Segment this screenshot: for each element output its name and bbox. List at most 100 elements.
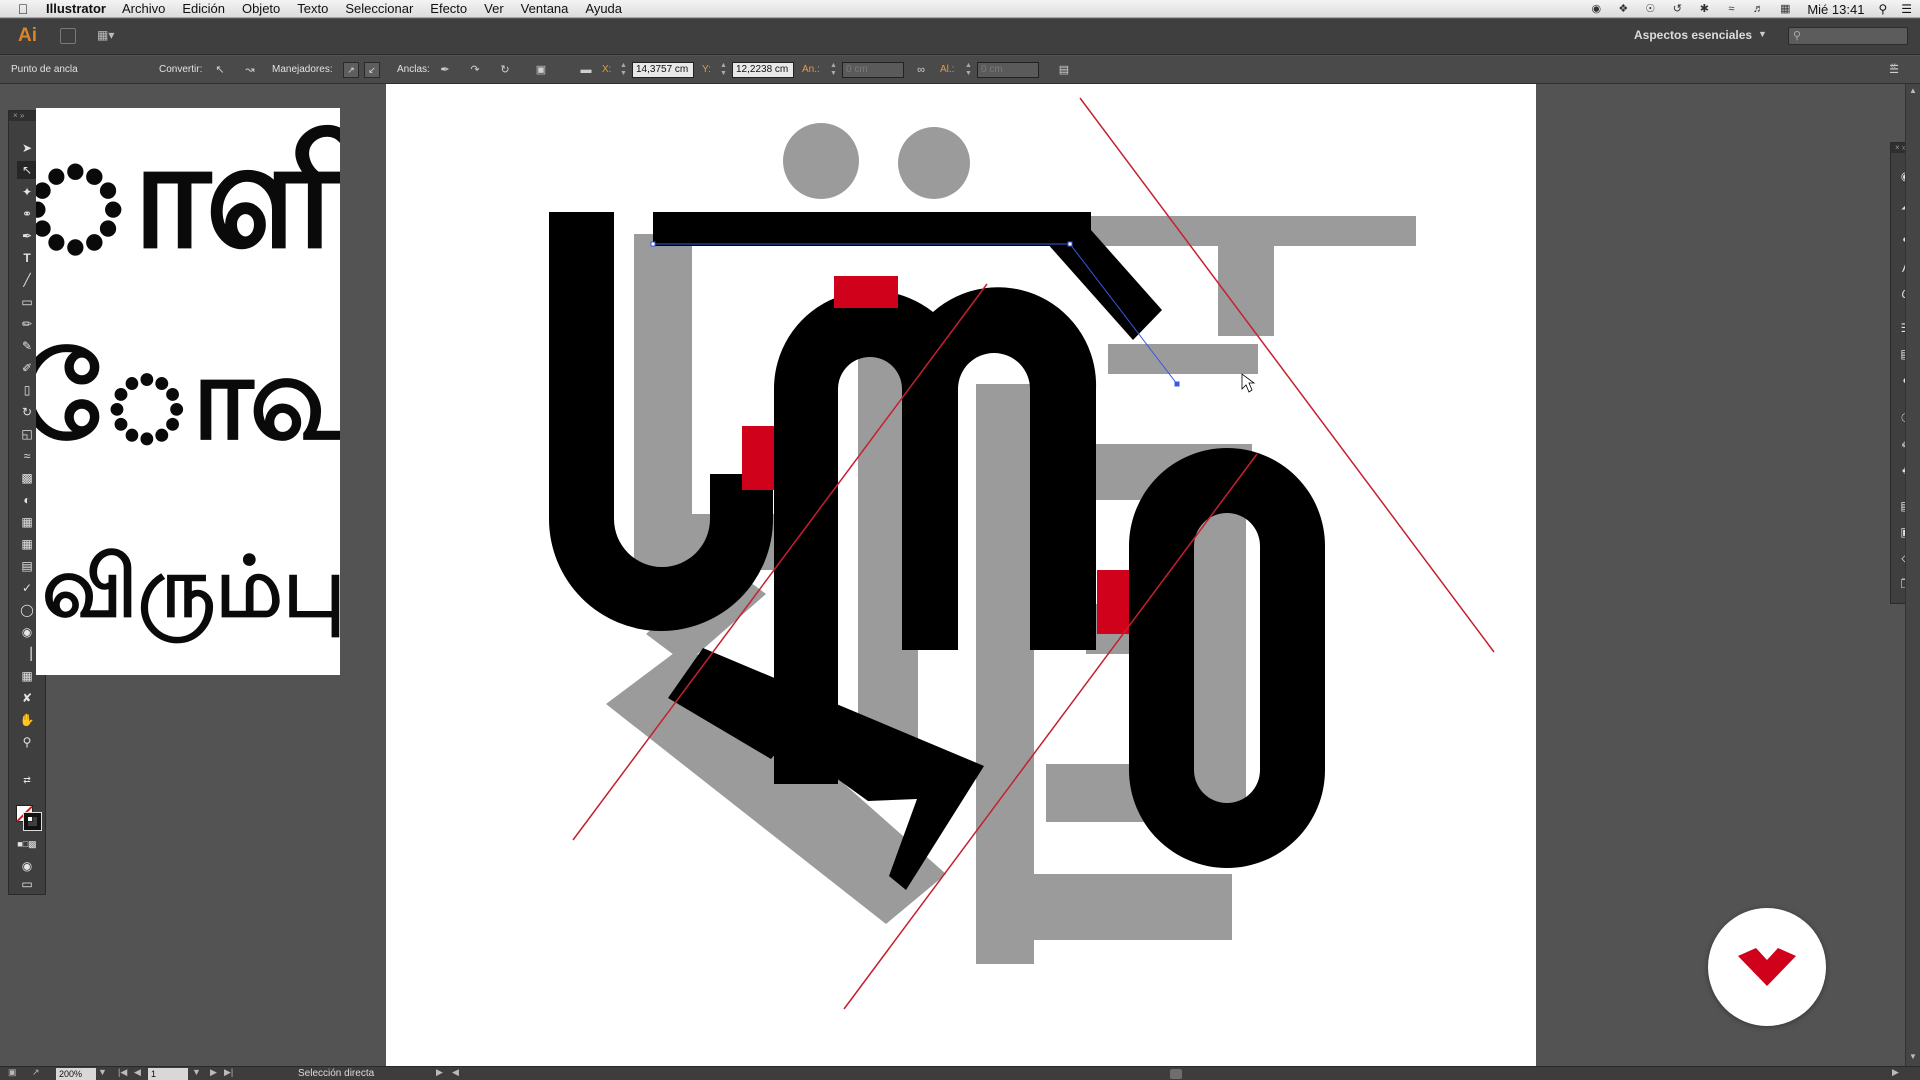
keyboard-flag-icon[interactable]: ▦ (1777, 3, 1793, 15)
selection-tool-icon[interactable]: ➤ (17, 139, 37, 157)
volume-icon[interactable]: ♬ (1750, 3, 1766, 15)
menu-seleccionar[interactable]: Seleccionar (345, 1, 413, 16)
width-stepper[interactable]: ▲ ▼ (830, 62, 839, 78)
menu-ayuda[interactable]: Ayuda (585, 1, 622, 16)
zoom-tool-icon[interactable]: ⚲ (17, 733, 37, 751)
panel-collapse-icon[interactable]: « (1890, 60, 1914, 76)
horizontal-scroll-thumb[interactable] (1170, 1069, 1182, 1079)
height-stepper[interactable]: ▲ ▼ (965, 62, 974, 78)
transform-reference-icon[interactable]: ▣ (533, 62, 549, 78)
free-transform-tool-icon[interactable]: ▩ (17, 469, 37, 487)
fill-stroke-swatch[interactable] (14, 803, 42, 831)
previous-artboard-icon[interactable]: ◀ (134, 1067, 141, 1078)
record-icon[interactable]: ☉ (1642, 3, 1658, 15)
convert-corner-icon[interactable]: ↖ (212, 62, 228, 78)
menu-archivo[interactable]: Archivo (122, 1, 165, 16)
bluetooth-icon[interactable]: ✱ (1696, 3, 1712, 15)
artboard-tool-icon[interactable]: ▦ (17, 667, 37, 685)
anchor-point-corner[interactable] (1067, 241, 1073, 247)
rectangle-tool-icon[interactable]: ▭ (17, 293, 37, 311)
shadow-dot-right[interactable] (898, 127, 970, 199)
eraser-tool-icon[interactable]: ▯ (17, 381, 37, 399)
menu-objeto[interactable]: Objeto (242, 1, 280, 16)
magic-wand-tool-icon[interactable]: ✦ (17, 183, 37, 201)
shadow-mid-bar[interactable] (1108, 344, 1258, 374)
height-field[interactable]: 0 cm (977, 62, 1039, 78)
reference-image[interactable]: ாளி ோவா விரும்பு (36, 108, 340, 675)
wifi-icon[interactable]: ≈ (1723, 3, 1739, 15)
show-handles-icon[interactable]: ↗ (343, 62, 359, 78)
scroll-down-icon[interactable]: ▼ (1909, 1052, 1917, 1061)
anchor-point-selected[interactable] (1174, 381, 1180, 387)
red-block-left[interactable] (742, 426, 774, 490)
current-tool-status[interactable]: Selección directa (298, 1068, 374, 1079)
x-field[interactable]: 14,3757 cm (632, 62, 694, 78)
lasso-tool-icon[interactable]: ⚭ (17, 205, 37, 223)
artboard-dropdown-icon[interactable]: ▼ (192, 1067, 201, 1077)
scroll-up-icon[interactable]: ▲ (1909, 86, 1917, 95)
hide-handles-icon[interactable]: ↙ (364, 62, 380, 78)
blob-brush-tool-icon[interactable]: ✐ (17, 359, 37, 377)
anchor-point-start[interactable] (650, 241, 656, 247)
scroll-right-icon[interactable]: ▶ (1892, 1067, 1899, 1078)
gradient-tool-icon[interactable]: ▤ (17, 557, 37, 575)
spotlight-icon[interactable]: ⚲ (1878, 2, 1887, 16)
menu-ver[interactable]: Ver (484, 1, 504, 16)
creative-cloud-icon[interactable]: ◉ (1588, 3, 1604, 15)
symbol-sprayer-tool-icon[interactable]: ◉ (17, 623, 37, 641)
pencil-tool-icon[interactable]: ✎ (17, 337, 37, 355)
shadow-top-right-corner[interactable] (1218, 216, 1274, 336)
pen-tool-icon[interactable]: ✒ (17, 227, 37, 245)
artboard[interactable] (386, 84, 1536, 1066)
shadow-base[interactable] (992, 874, 1232, 940)
arrange-documents-icon[interactable]: ▦▾ (97, 28, 121, 44)
screen-mode-icon[interactable]: ▭ (17, 875, 37, 893)
red-block-top[interactable] (834, 276, 898, 308)
remove-anchor-icon[interactable]: ✒ (437, 62, 453, 78)
perspective-grid-tool-icon[interactable]: ▦ (17, 513, 37, 531)
scale-tool-icon[interactable]: ◱ (17, 425, 37, 443)
artboard-number-field[interactable]: 1 (148, 1068, 188, 1080)
red-block-right[interactable] (1097, 570, 1129, 634)
mesh-tool-icon[interactable]: ▦ (17, 535, 37, 553)
status-icon[interactable]: ▣ (8, 1067, 17, 1078)
shape-builder-tool-icon[interactable]: ◐ (17, 491, 37, 509)
connect-anchor-icon[interactable]: ↷ (467, 62, 483, 78)
apple-icon[interactable]:  (0, 1, 46, 17)
dropbox-icon[interactable]: ❖ (1615, 3, 1631, 15)
scroll-left-icon[interactable]: ◀ (452, 1067, 459, 1078)
menu-ventana[interactable]: Ventana (521, 1, 569, 16)
convert-smooth-icon[interactable]: ↝ (242, 62, 258, 78)
width-field[interactable]: 0 cm (842, 62, 904, 78)
paintbrush-tool-icon[interactable]: ✏ (17, 315, 37, 333)
zoom-field[interactable]: 200% (56, 1068, 96, 1080)
y-stepper[interactable]: ▲ ▼ (720, 62, 729, 78)
share-icon[interactable]: ↗ (32, 1067, 40, 1078)
direct-selection-tool-icon[interactable]: ↖ (17, 161, 37, 179)
status-menu-icon[interactable]: ▶ (436, 1067, 443, 1078)
stroke-swatch[interactable] (23, 812, 42, 831)
vertical-scrollbar[interactable]: ▲ ▼ (1905, 84, 1920, 1066)
line-tool-icon[interactable]: ╱ (17, 271, 37, 289)
rotate-tool-icon[interactable]: ↻ (17, 403, 37, 421)
slice-tool-icon[interactable]: ✘ (17, 689, 37, 707)
eyedropper-tool-icon[interactable]: ✓ (17, 579, 37, 597)
shadow-dot-left[interactable] (783, 123, 859, 199)
swap-fill-stroke-icon[interactable]: ⇄ (17, 771, 37, 789)
zoom-dropdown-icon[interactable]: ▼ (98, 1067, 107, 1077)
menu-efecto[interactable]: Efecto (430, 1, 467, 16)
isolate-selection-icon[interactable]: ▤ (1056, 62, 1072, 78)
menu-clock[interactable]: Mié 13:41 (1807, 2, 1864, 17)
chevron-down-icon[interactable]: ▼ (1758, 29, 1767, 39)
drawing-mode-icon[interactable]: ◉ (17, 857, 37, 875)
first-artboard-icon[interactable]: |◀ (118, 1067, 127, 1078)
link-proportions-icon[interactable]: ∞ (913, 62, 929, 78)
x-stepper[interactable]: ▲ ▼ (620, 62, 629, 78)
notification-center-icon[interactable]: ☰ (1901, 2, 1912, 16)
type-tool-icon[interactable]: T (17, 249, 37, 267)
search-input[interactable]: ⚲ (1788, 27, 1908, 45)
hand-tool-icon[interactable]: ✋ (17, 711, 37, 729)
cut-path-icon[interactable]: ↻ (497, 62, 513, 78)
blend-tool-icon[interactable]: ◯ (17, 601, 37, 619)
workspace-switcher[interactable]: Aspectos esenciales (1634, 28, 1752, 42)
